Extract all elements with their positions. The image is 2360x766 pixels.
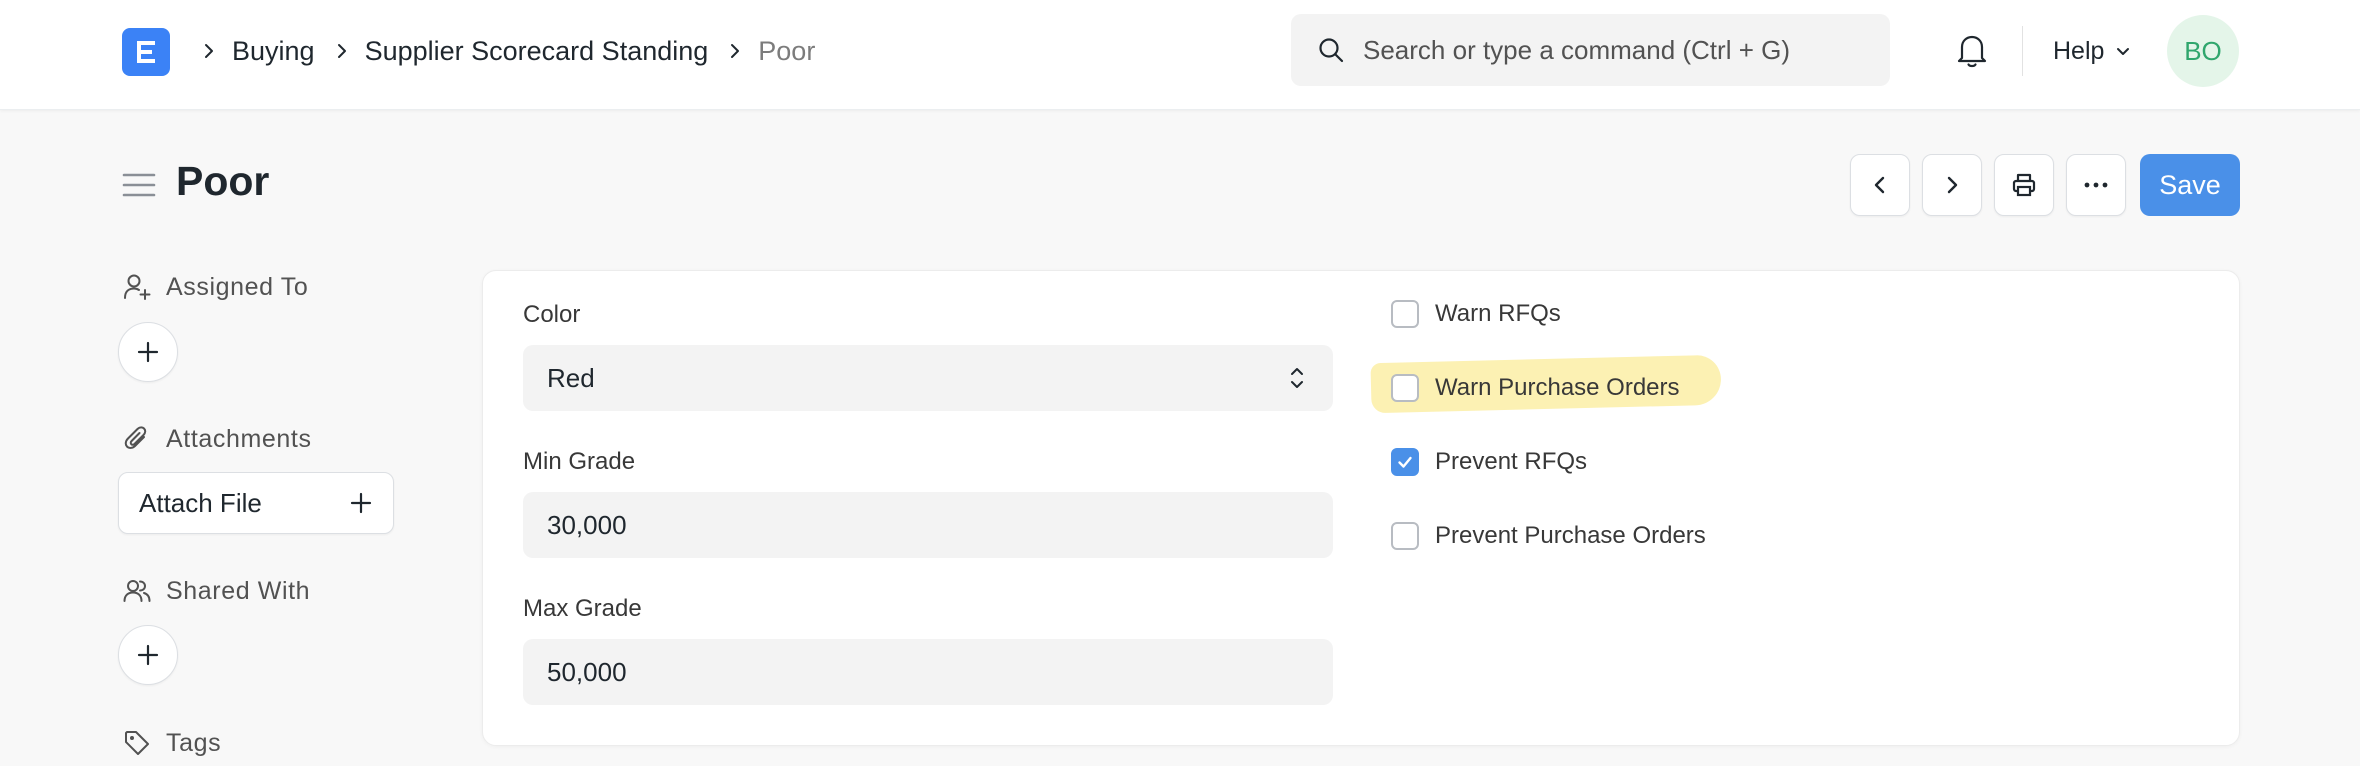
prevent-rfqs-checkbox[interactable] (1391, 448, 1419, 476)
min-grade-label: Min Grade (523, 448, 636, 475)
breadcrumb-supplier-scorecard-standing[interactable]: Supplier Scorecard Standing (365, 36, 709, 67)
plus-icon (137, 341, 159, 363)
max-grade-label: Max Grade (523, 595, 642, 622)
help-label: Help (2053, 36, 2105, 65)
warn-rfqs-checkbox-row[interactable]: Warn RFQs (1391, 294, 1561, 334)
chevron-left-icon (1874, 176, 1885, 194)
max-grade-value: 50,000 (547, 656, 627, 687)
users-icon (122, 576, 152, 606)
tag-icon (122, 728, 152, 758)
breadcrumb-buying[interactable]: Buying (232, 36, 315, 67)
prevent-rfqs-label: Prevent RFQs (1435, 448, 1588, 475)
plus-icon (350, 492, 372, 514)
attach-file-label: Attach File (139, 487, 262, 518)
prevent-purchase-orders-checkbox[interactable] (1391, 522, 1419, 550)
more-horizontal-icon (2084, 182, 2108, 188)
chevron-right-icon (331, 40, 353, 62)
search-icon (1319, 38, 1344, 63)
chevron-right-icon (1947, 176, 1958, 194)
color-select[interactable]: Red (523, 345, 1333, 411)
form-card: Color Red Min Grade 30,000 Max Grade 50,… (482, 270, 2240, 746)
tags-section: Tags (122, 726, 221, 760)
shared-with-label: Shared With (166, 576, 311, 605)
search-placeholder: Search or type a command (Ctrl + G) (1363, 34, 1790, 65)
shared-with-section: Shared With (122, 574, 310, 608)
warn-rfqs-label: Warn RFQs (1435, 300, 1561, 327)
user-plus-icon (122, 272, 152, 302)
prevent-rfqs-checkbox-row[interactable]: Prevent RFQs (1391, 442, 1587, 482)
app-logo[interactable] (122, 28, 170, 76)
add-share-button[interactable] (118, 625, 178, 685)
more-actions-button[interactable] (2066, 154, 2126, 216)
attachments-label: Attachments (166, 424, 312, 453)
warn-purchase-orders-checkbox-row[interactable]: Warn Purchase Orders (1391, 368, 1680, 408)
prevent-purchase-orders-label: Prevent Purchase Orders (1435, 522, 1706, 549)
navbar-divider (2022, 26, 2023, 76)
attachments-section: Attachments (122, 422, 312, 456)
user-avatar[interactable]: BO (2167, 15, 2239, 87)
color-value: Red (547, 362, 595, 393)
print-button[interactable] (1994, 154, 2054, 216)
tags-label: Tags (166, 728, 222, 757)
notification-bell-icon[interactable] (1954, 30, 1990, 70)
paperclip-icon (122, 424, 152, 454)
chevron-down-icon (2114, 42, 2132, 60)
erpnext-logo-icon (137, 41, 155, 63)
warn-purchase-orders-label: Warn Purchase Orders (1435, 374, 1680, 401)
next-record-button[interactable] (1922, 154, 1982, 216)
prevent-purchase-orders-checkbox-row[interactable]: Prevent Purchase Orders (1391, 516, 1706, 556)
warn-rfqs-checkbox[interactable] (1391, 300, 1419, 328)
warn-purchase-orders-checkbox[interactable] (1391, 374, 1419, 402)
page-title: Poor (176, 158, 270, 204)
previous-record-button[interactable] (1850, 154, 1910, 216)
printer-icon (2012, 173, 2036, 197)
plus-icon (137, 644, 159, 666)
chevron-right-icon (198, 40, 220, 62)
max-grade-input[interactable]: 50,000 (523, 639, 1333, 705)
save-button[interactable]: Save (2140, 154, 2240, 216)
assigned-to-section: Assigned To (122, 270, 308, 304)
help-dropdown[interactable]: Help (2053, 30, 2132, 72)
min-grade-input[interactable]: 30,000 (523, 492, 1333, 558)
sidebar-toggle-icon[interactable] (122, 170, 156, 200)
chevron-right-icon (724, 40, 746, 62)
select-arrows-icon (1291, 368, 1303, 388)
min-grade-value: 30,000 (547, 509, 627, 540)
breadcrumb-current[interactable]: Poor (758, 36, 815, 67)
assigned-to-label: Assigned To (166, 272, 309, 301)
attach-file-button[interactable]: Attach File (118, 472, 394, 534)
search-bar[interactable]: Search or type a command (Ctrl + G) (1291, 14, 1890, 86)
breadcrumb: Buying Supplier Scorecard Standing Poor (196, 30, 829, 72)
navbar: Buying Supplier Scorecard Standing Poor … (0, 0, 2360, 110)
add-assignee-button[interactable] (118, 322, 178, 382)
color-label: Color (523, 301, 581, 328)
checkmark-icon (1398, 456, 1412, 468)
